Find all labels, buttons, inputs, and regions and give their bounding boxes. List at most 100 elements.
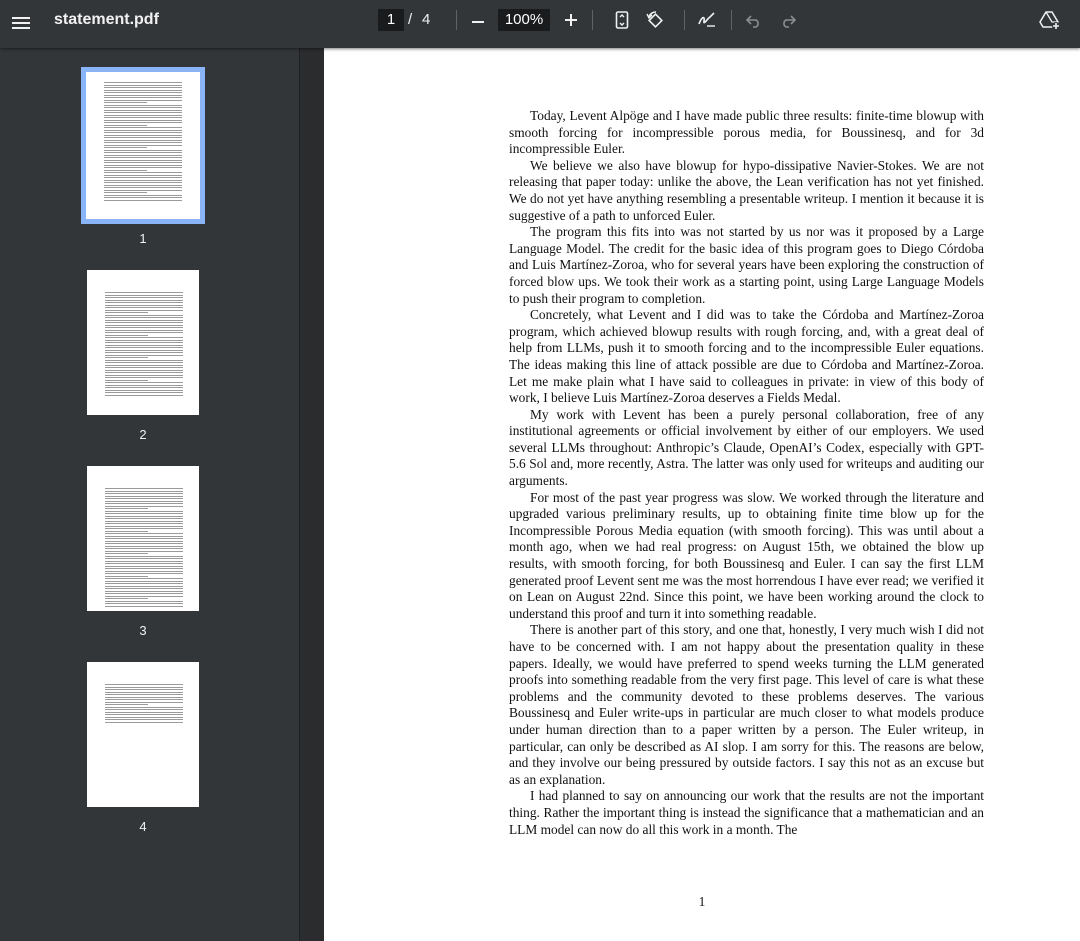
fit-to-page-icon[interactable]	[612, 10, 632, 30]
thumbnail-text-line	[105, 294, 183, 296]
pdf-page-1: Today, Levent Alpöge and I have made pub…	[324, 48, 1080, 941]
thumbnail-text-line	[105, 495, 183, 497]
thumbnail-text-line	[105, 588, 183, 589]
thumbnail-text-line	[104, 157, 182, 158]
thumbnail-text-line	[105, 302, 183, 303]
thumbnail-text-line	[105, 334, 148, 336]
thumbnail-text-line	[105, 709, 183, 710]
thumbnail-text-line	[104, 159, 182, 161]
page-number-input[interactable]: 1	[378, 9, 404, 31]
thumbnail-text-line	[105, 505, 183, 507]
thumbnail-text-line	[105, 299, 183, 301]
thumbnail-text-line	[105, 716, 183, 718]
add-to-drive-icon[interactable]	[1038, 8, 1062, 32]
pdf-toolbar: statement.pdf 1 / 4 100%	[0, 0, 1080, 48]
thumbnail-text-line	[104, 147, 147, 148]
thumbnail-text-line	[104, 129, 182, 131]
thumbnail-text-line	[105, 540, 183, 542]
thumbnail-text-line	[105, 530, 148, 532]
viewer-gutter	[300, 48, 324, 941]
thumbnail-text-line	[104, 122, 182, 123]
thumbnail-text-line	[104, 89, 182, 91]
annotate-pen-icon[interactable]	[696, 9, 718, 31]
thumbnail-text-line	[105, 520, 183, 522]
zoom-level-input[interactable]: 100%	[498, 9, 550, 31]
thumbnail-text-line	[105, 317, 183, 318]
thumbnail-text-line	[105, 714, 183, 715]
menu-icon[interactable]	[10, 12, 32, 34]
thumbnail-text-line	[105, 575, 148, 577]
thumbnail-text-line	[105, 510, 183, 512]
thumbnail-text-line	[104, 164, 182, 166]
paragraph: I had planned to say on announcing our w…	[509, 788, 984, 837]
page-thumbnail-1[interactable]	[81, 67, 205, 224]
thumbnail-text-line	[105, 327, 183, 328]
thumbnail-label-4: 4	[139, 819, 147, 834]
thumbnail-text-line	[105, 488, 183, 489]
thumbnail-text-line	[105, 389, 183, 391]
thumbnail-text-line	[105, 595, 183, 597]
thumbnail-text-line	[105, 603, 183, 604]
thumbnail-text-line	[104, 102, 147, 103]
thumbnail-text-line	[105, 309, 183, 311]
thumbnail-text-line	[104, 124, 147, 126]
thumbnail-text-line	[105, 583, 183, 584]
thumbnail-text-line	[105, 292, 183, 293]
thumbnail-text-line	[105, 354, 183, 356]
thumbnail-text-line	[105, 525, 183, 527]
thumbnail-text-line	[105, 548, 183, 549]
thumbnail-text-line	[105, 684, 183, 685]
undo-icon[interactable]	[744, 11, 764, 31]
thumbnail-text-line	[105, 691, 183, 693]
thumbnail-text-line	[105, 518, 183, 519]
thumbnail-text-line	[105, 384, 183, 386]
thumbnail-text-line	[105, 513, 183, 514]
thumbnail-text-line	[105, 344, 183, 346]
thumbnail-text-line	[105, 553, 148, 554]
thumbnail-text-line	[105, 568, 183, 569]
thumbnail-text-line	[104, 192, 147, 193]
thumbnail-text-line	[105, 377, 183, 378]
thumbnail-text-line	[104, 177, 182, 178]
page-thumbnail-2[interactable]	[87, 270, 199, 415]
thumbnail-text-line	[104, 97, 182, 98]
zoom-in-icon[interactable]	[561, 10, 581, 30]
thumbnail-text-line	[105, 369, 183, 371]
thumbnail-text-line	[105, 372, 183, 373]
thumbnail-text-line	[105, 493, 183, 494]
thumbnail-text-line	[104, 184, 182, 186]
thumbnail-text-line	[105, 550, 183, 552]
thumbnail-text-line	[104, 167, 182, 168]
rotate-icon[interactable]	[644, 9, 666, 31]
thumbnail-text-line	[105, 711, 183, 713]
redo-icon[interactable]	[778, 11, 798, 31]
paragraph: For most of the past year progress was s…	[509, 489, 984, 621]
thumbnail-text-line	[104, 107, 182, 108]
thumbnail-text-line	[104, 137, 182, 138]
thumbnail-text-line	[104, 139, 182, 141]
thumbnail-text-line	[105, 694, 183, 695]
thumbnail-text-line	[104, 84, 182, 86]
thumbnail-text-line	[104, 169, 147, 171]
thumbnail-text-line	[105, 578, 183, 579]
thumbnail-label-1: 1	[139, 231, 147, 246]
thumbnail-text-line	[104, 142, 182, 143]
thumbnail-text-line	[105, 701, 183, 703]
page-thumbnail-3[interactable]	[87, 466, 199, 611]
thumbnail-text-line	[105, 342, 183, 343]
page-thumbnail-4[interactable]	[87, 662, 199, 807]
thumbnail-text-line	[105, 307, 183, 308]
thumbnail-text-line	[104, 112, 182, 113]
thumbnail-text-line	[104, 87, 182, 88]
thumbnail-text-line	[105, 359, 183, 361]
thumbnail-text-line	[105, 538, 183, 539]
paragraph: The program this fits into was not start…	[509, 224, 984, 306]
thumbnail-text-line	[104, 182, 182, 183]
thumbnail-text-line	[104, 109, 182, 111]
page-separator: /	[408, 11, 413, 28]
thumbnail-text-line	[105, 593, 183, 594]
thumbnail-text-line	[104, 194, 182, 196]
thumbnail-text-line	[105, 322, 183, 323]
thumbnail-text-line	[105, 503, 183, 504]
zoom-out-icon[interactable]	[468, 12, 488, 32]
